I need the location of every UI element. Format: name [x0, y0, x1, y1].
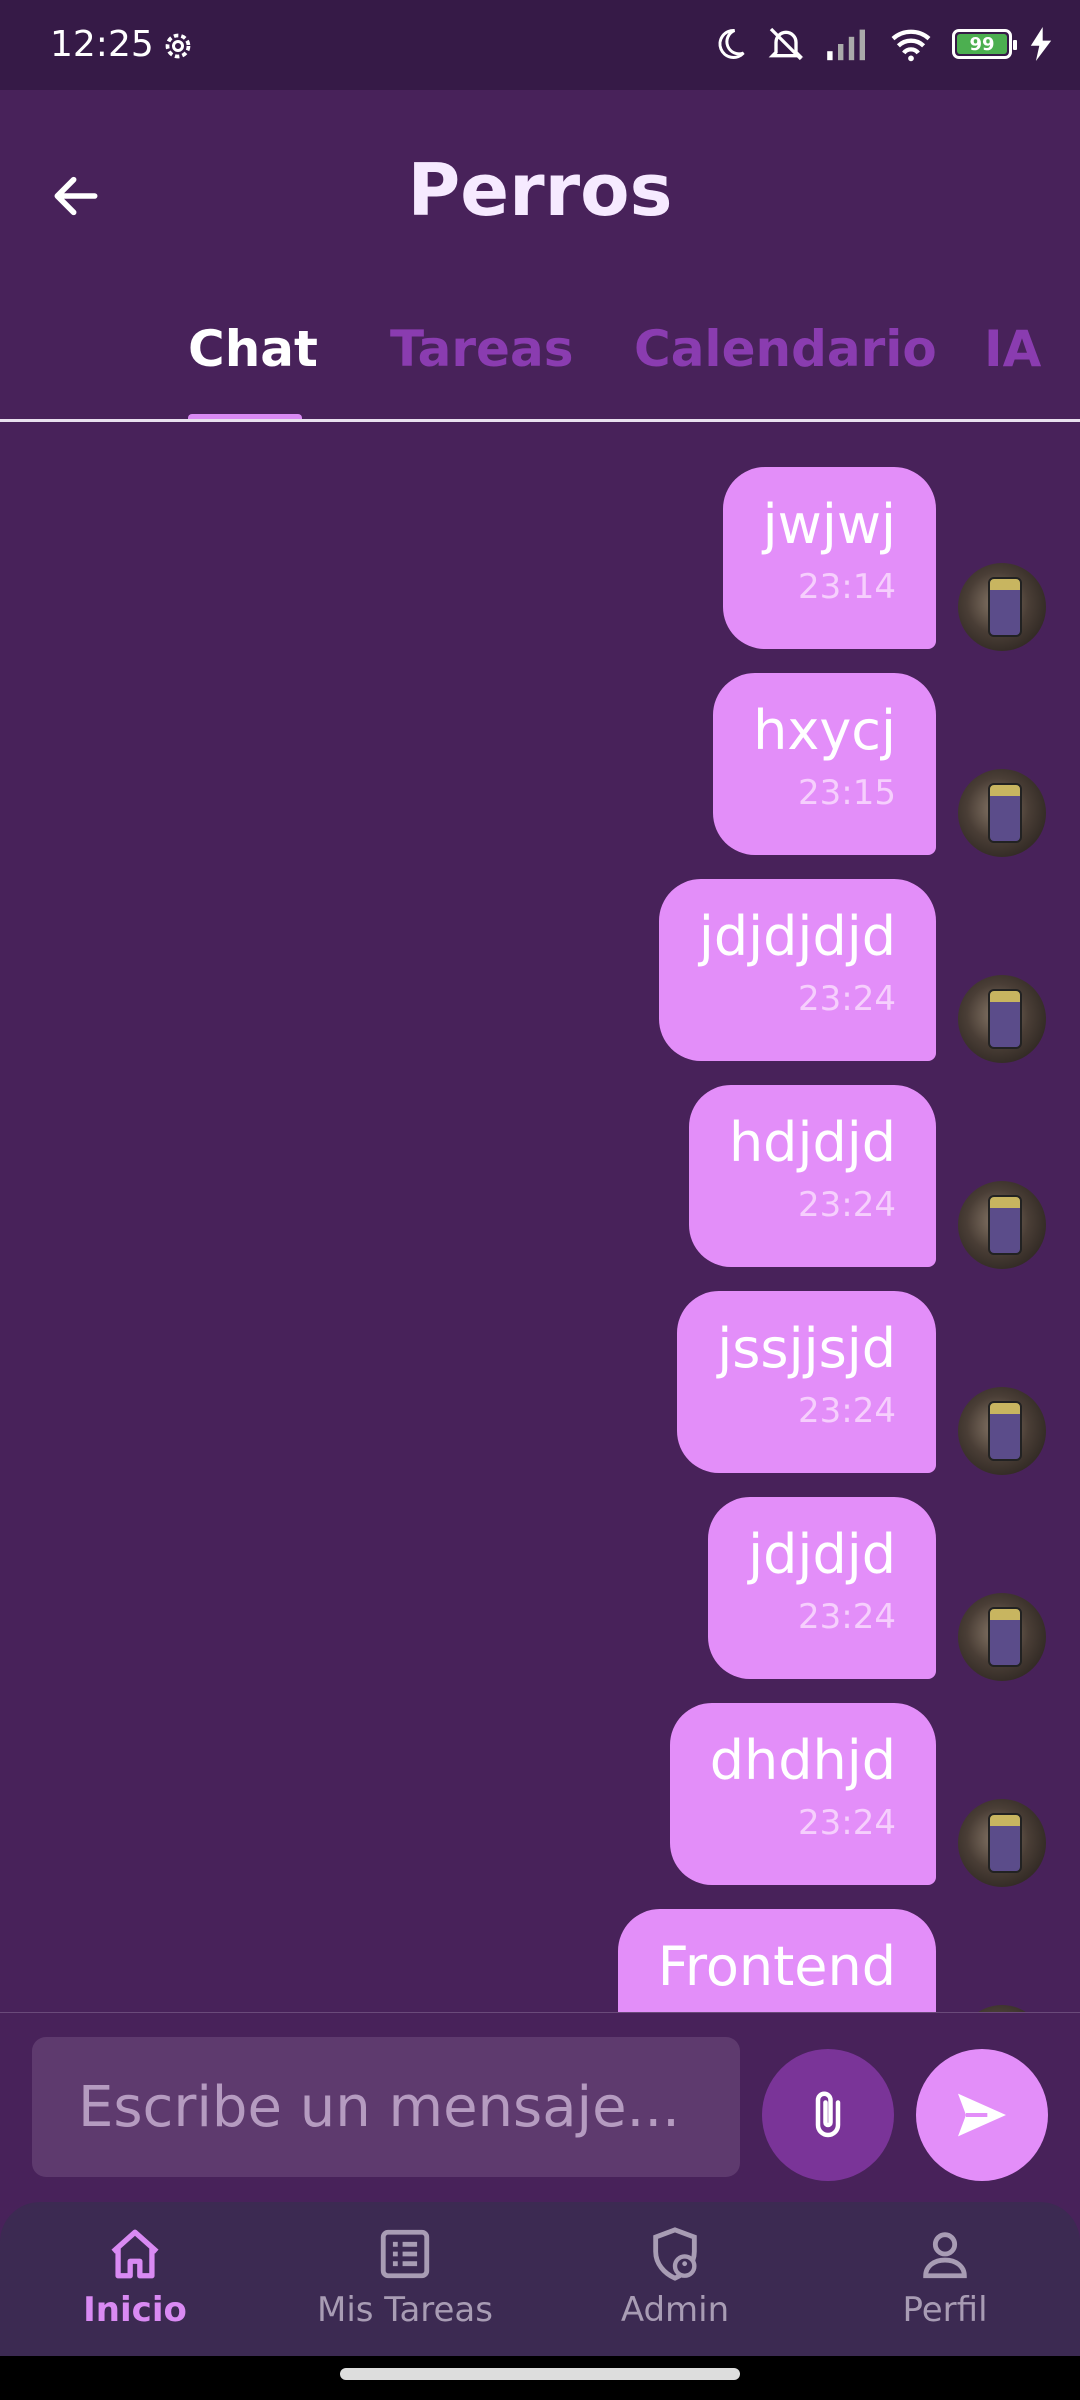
- wifi-icon: [891, 29, 931, 62]
- avatar[interactable]: [958, 769, 1046, 857]
- message-bubble[interactable]: jdjdjd 23:24: [708, 1497, 936, 1679]
- avatar[interactable]: [958, 1799, 1046, 1887]
- message-text: jdjdjd: [748, 1523, 896, 1586]
- avatar[interactable]: [958, 1181, 1046, 1269]
- nav-label: Mis Tareas: [317, 2290, 493, 2330]
- settings-gear-icon: [165, 33, 191, 59]
- page-title: Perros: [407, 148, 673, 232]
- message-row: jdjdjdjd 23:24: [0, 879, 1080, 1065]
- message-bubble[interactable]: Frontend: [617, 1909, 936, 2012]
- tab-tareas[interactable]: Tareas: [390, 320, 573, 378]
- nav-label: Perfil: [902, 2290, 988, 2330]
- avatar[interactable]: [958, 2005, 1046, 2012]
- message-text: hxycj: [753, 699, 896, 762]
- message-bubble[interactable]: hdjdjd 23:24: [688, 1085, 936, 1267]
- nav-label: Inicio: [83, 2290, 187, 2330]
- tab-ia[interactable]: IA: [984, 320, 1041, 378]
- message-text: jwjwj: [762, 493, 896, 556]
- paperclip-icon: [815, 2091, 841, 2138]
- message-bubble[interactable]: jssjjsjd 23:24: [677, 1291, 936, 1473]
- nav-perfil[interactable]: Perfil: [810, 2222, 1080, 2330]
- message-text: Frontend: [657, 1935, 896, 1998]
- message-time: 23:24: [798, 1185, 896, 1225]
- message-text: hdjdjd: [728, 1111, 896, 1174]
- message-time: 23:24: [798, 1391, 896, 1431]
- message-text: dhdhjd: [709, 1729, 896, 1792]
- message-row: hdjdjd 23:24: [0, 1085, 1080, 1271]
- message-row: jdjdjd 23:24: [0, 1497, 1080, 1683]
- message-bubble[interactable]: hxycj 23:15: [713, 673, 936, 855]
- message-row: jwjwj 23:14: [0, 467, 1080, 653]
- nav-inicio[interactable]: Inicio: [0, 2222, 270, 2330]
- signal-icon: [827, 29, 865, 61]
- nav-mis-tareas[interactable]: Mis Tareas: [270, 2222, 540, 2330]
- home-icon: [111, 2229, 159, 2279]
- send-button[interactable]: [916, 2049, 1048, 2181]
- mute-bell-icon: [768, 27, 804, 61]
- message-text: jdjdjdjd: [698, 905, 896, 968]
- status-icons: 99: [712, 24, 1052, 64]
- attach-button[interactable]: [762, 2049, 894, 2181]
- avatar[interactable]: [958, 563, 1046, 651]
- battery-level: 99: [969, 33, 995, 55]
- moon-icon: [718, 28, 745, 59]
- avatar[interactable]: [958, 1593, 1046, 1681]
- status-bar: 12:25 99: [0, 0, 1080, 90]
- battery-icon: 99: [952, 29, 1017, 59]
- tab-calendario[interactable]: Calendario: [634, 320, 937, 378]
- tab-chat[interactable]: Chat: [188, 320, 318, 378]
- message-time: 23:24: [798, 1803, 896, 1843]
- message-time: 23:14: [798, 567, 896, 607]
- nav-label: Admin: [620, 2290, 730, 2330]
- message-row: Frontend: [0, 1909, 1080, 2012]
- nav-admin[interactable]: Admin: [540, 2222, 810, 2330]
- message-time: 23:15: [798, 773, 896, 813]
- message-composer: Escribe un mensaje...: [0, 2012, 1080, 2203]
- message-bubble[interactable]: jwjwj 23:14: [722, 467, 936, 649]
- avatar[interactable]: [958, 1387, 1046, 1475]
- message-row: dhdhjd 23:24: [0, 1703, 1080, 1889]
- avatar[interactable]: [958, 975, 1046, 1063]
- person-icon: [923, 2232, 967, 2279]
- bottom-navigation: Inicio Mis Tareas Admin Perfil: [0, 2202, 1080, 2356]
- message-text: jssjjsjd: [717, 1317, 896, 1380]
- status-time: 12:25: [50, 24, 154, 65]
- admin-shield-icon: [653, 2227, 697, 2281]
- list-icon: [380, 2229, 430, 2279]
- home-gesture-handle[interactable]: [340, 2368, 740, 2380]
- send-icon: [958, 2093, 1006, 2137]
- message-input[interactable]: Escribe un mensaje...: [32, 2037, 740, 2177]
- message-row: hxycj 23:15: [0, 673, 1080, 859]
- message-bubble[interactable]: dhdhjd 23:24: [669, 1703, 936, 1885]
- chat-messages[interactable]: jwjwj 23:14 hxycj 23:15 jdjdjdjd 23:24 h…: [0, 422, 1080, 2012]
- message-time: 23:24: [798, 1597, 896, 1637]
- app-bar: Perros: [0, 90, 1080, 320]
- message-row: jssjjsjd 23:24: [0, 1291, 1080, 1477]
- charging-bolt-icon: [1030, 27, 1052, 61]
- message-time: 23:24: [798, 979, 896, 1019]
- message-bubble[interactable]: jdjdjdjd 23:24: [658, 879, 936, 1061]
